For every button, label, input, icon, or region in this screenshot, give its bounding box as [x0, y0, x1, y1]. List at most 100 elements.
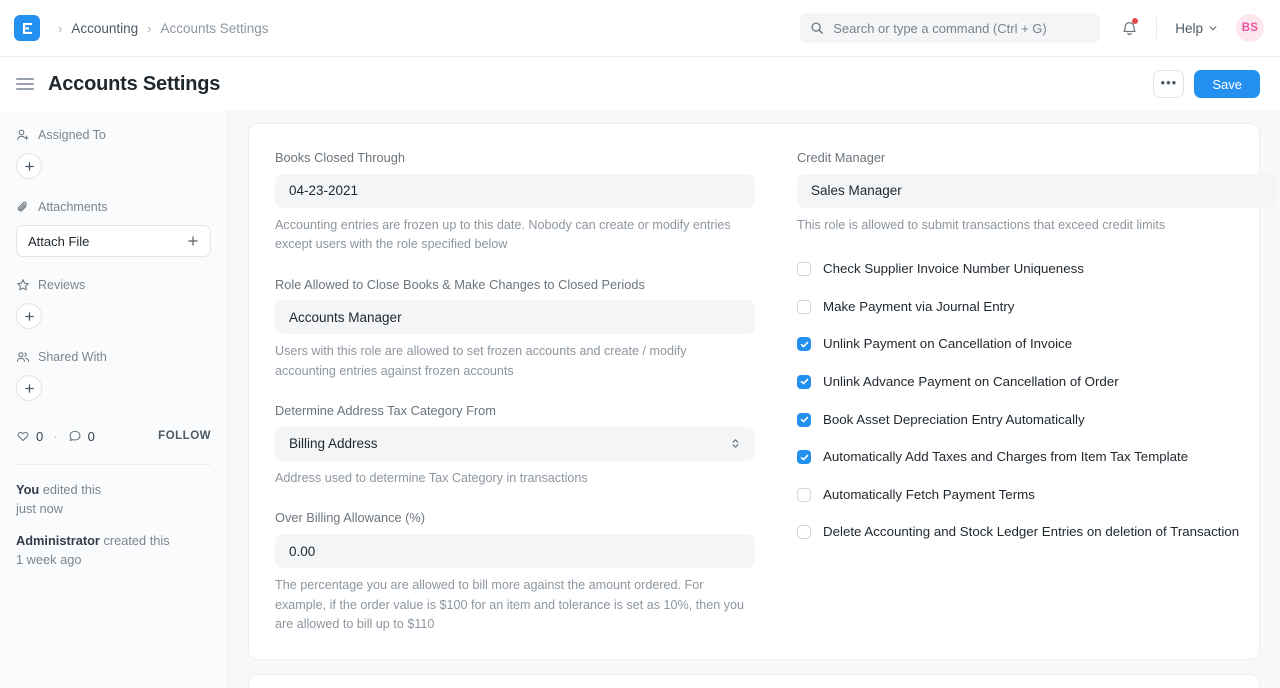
shared-with-icon	[16, 350, 30, 364]
checkbox-row-check-supplier-invoice-uniqueness[interactable]: Check Supplier Invoice Number Uniqueness	[797, 261, 1277, 278]
field-label: Books Closed Through	[275, 150, 405, 165]
avatar[interactable]: BS	[1236, 14, 1264, 42]
hamburger-line	[16, 83, 34, 85]
help-dropdown[interactable]: Help	[1169, 17, 1224, 40]
sidebar-section-header: Shared With	[16, 347, 211, 367]
save-button[interactable]: Save	[1194, 70, 1260, 98]
sidebar-section-assigned-to: Assigned To	[16, 125, 211, 179]
sidebar-section-label: Assigned To	[38, 128, 106, 142]
main-content: Books Closed Through 04-23-2021 Accounti…	[228, 111, 1280, 688]
plus-icon	[187, 235, 199, 247]
more-actions-button[interactable]: •••	[1153, 70, 1185, 98]
field-determine-address-tax-category: Determine Address Tax Category From Bill…	[275, 403, 755, 488]
address-tax-category-select[interactable]: Billing Address	[275, 426, 755, 461]
sidebar-section-header: Attachments	[16, 197, 211, 217]
sidebar-section-label: Attachments	[38, 200, 108, 214]
search-input[interactable]: Search or type a command (Ctrl + G)	[800, 13, 1101, 43]
plus-icon	[24, 311, 34, 321]
comment-icon[interactable]	[68, 429, 82, 443]
checkbox-label: Automatically Fetch Payment Terms	[823, 486, 1035, 502]
add-share-button[interactable]	[16, 375, 42, 401]
checkbox-icon[interactable]	[797, 337, 811, 352]
plus-icon	[24, 161, 34, 171]
checkbox-row-book-asset-depreciation-entry-automatically[interactable]: Book Asset Depreciation Entry Automatica…	[797, 412, 1277, 429]
like-count: 0	[36, 428, 44, 444]
checkbox-icon[interactable]	[797, 525, 811, 540]
over-billing-allowance-input[interactable]: 0.00	[275, 534, 755, 569]
page-header: Accounts Settings ••• Save	[0, 57, 1280, 111]
checkbox-row-make-payment-via-journal-entry[interactable]: Make Payment via Journal Entry	[797, 299, 1277, 316]
checkbox-row-automatically-add-taxes-and-charges[interactable]: Automatically Add Taxes and Charges from…	[797, 449, 1277, 466]
attach-file-button[interactable]: Attach File	[16, 225, 211, 257]
notifications-button[interactable]	[1114, 13, 1144, 43]
plus-icon	[24, 383, 34, 393]
form-column-right: Credit Manager Sales Manager This role i…	[797, 150, 1277, 635]
top-navbar: › Accounting › Accounts Settings Search …	[0, 0, 1280, 57]
comment-count: 0	[87, 428, 95, 444]
checkbox-icon[interactable]	[797, 374, 811, 389]
star-icon	[16, 278, 30, 292]
page-title: Accounts Settings	[48, 72, 221, 95]
breadcrumb-item-accounts-settings[interactable]: Accounts Settings	[160, 21, 268, 36]
menu-toggle-icon[interactable]	[16, 74, 34, 94]
books-closed-through-input[interactable]: 04-23-2021	[275, 173, 755, 208]
sidebar: Assigned To Attachments Attach File Revi…	[0, 111, 228, 688]
breadcrumb-separator-icon: ›	[147, 20, 152, 36]
form-columns: Books Closed Through 04-23-2021 Accounti…	[275, 150, 1277, 635]
role-allowed-input[interactable]: Accounts Manager	[275, 300, 755, 335]
activity-action: edited this	[39, 482, 102, 497]
add-assignment-button[interactable]	[16, 153, 42, 179]
breadcrumb-separator-icon: ›	[58, 20, 63, 36]
field-label: Determine Address Tax Category From	[275, 403, 496, 419]
follow-button[interactable]: FOLLOW	[158, 430, 211, 442]
checkbox-row-unlink-payment-on-cancellation-of-invoice[interactable]: Unlink Payment on Cancellation of Invoic…	[797, 336, 1277, 353]
social-stats: 0 · 0 FOLLOW	[16, 425, 211, 447]
sidebar-divider	[16, 464, 211, 465]
activity-time: just now	[16, 500, 63, 516]
checkbox-icon[interactable]	[797, 299, 811, 314]
deferred-accounting-settings-card: Deferred Accounting Settings	[248, 673, 1260, 688]
field-help-text: This role is allowed to submit transacti…	[797, 217, 1166, 232]
field-books-closed-through: Books Closed Through 04-23-2021 Accounti…	[275, 150, 755, 255]
activity-item-created: Administrator created this 1 week ago	[16, 532, 211, 569]
field-help-text: Users with this role are allowed to set …	[275, 344, 687, 378]
checkbox-icon[interactable]	[797, 412, 811, 427]
checkbox-icon[interactable]	[797, 450, 811, 465]
field-role-allowed-close-books: Role Allowed to Close Books & Make Chang…	[275, 277, 755, 382]
checkbox-label: Delete Accounting and Stock Ledger Entri…	[823, 524, 1240, 540]
chevron-down-icon	[1208, 23, 1218, 33]
checkbox-label: Check Supplier Invoice Number Uniqueness	[823, 261, 1084, 277]
checkbox-label: Automatically Add Taxes and Charges from…	[823, 449, 1189, 465]
breadcrumb: › Accounting › Accounts Settings	[58, 21, 269, 36]
search-icon	[810, 21, 824, 35]
hamburger-line	[16, 78, 34, 80]
checkbox-group: Check Supplier Invoice Number Uniqueness…	[797, 261, 1277, 541]
checkbox-row-automatically-fetch-payment-terms[interactable]: Automatically Fetch Payment Terms	[797, 487, 1277, 504]
checkbox-icon[interactable]	[797, 487, 811, 502]
sidebar-section-shared-with: Shared With	[16, 347, 211, 401]
add-review-button[interactable]	[16, 303, 42, 329]
checkbox-label: Unlink Payment on Cancellation of Invoic…	[823, 336, 1073, 352]
field-label: Over Billing Allowance (%)	[275, 510, 426, 526]
sidebar-section-label: Shared With	[38, 350, 107, 364]
assigned-to-icon	[16, 128, 30, 142]
app-logo-icon[interactable]	[14, 15, 40, 41]
breadcrumb-item-accounting[interactable]: Accounting	[71, 21, 138, 36]
sidebar-section-header: Reviews	[16, 275, 211, 295]
field-help-text: Accounting entries are frozen up to this…	[275, 217, 731, 252]
checkbox-icon[interactable]	[797, 262, 811, 277]
heart-icon[interactable]	[16, 429, 30, 443]
field-credit-manager: Credit Manager Sales Manager This role i…	[797, 150, 1277, 235]
checkbox-label: Book Asset Depreciation Entry Automatica…	[823, 411, 1085, 427]
page-body: Assigned To Attachments Attach File Revi…	[0, 111, 1280, 688]
chevron-up-down-icon	[730, 437, 741, 450]
sidebar-section-attachments: Attachments Attach File	[16, 197, 211, 257]
checkbox-label: Make Payment via Journal Entry	[823, 298, 1015, 314]
activity-actor: You	[16, 482, 40, 497]
attach-file-label: Attach File	[28, 233, 90, 249]
checkbox-label: Unlink Advance Payment on Cancellation o…	[823, 373, 1119, 389]
credit-manager-input[interactable]: Sales Manager	[797, 173, 1277, 208]
accounts-settings-card: Books Closed Through 04-23-2021 Accounti…	[248, 123, 1277, 660]
checkbox-row-unlink-advance-payment-on-cancellation-of-order[interactable]: Unlink Advance Payment on Cancellation o…	[797, 374, 1277, 391]
checkbox-row-delete-accounting-and-stock-ledger-entries[interactable]: Delete Accounting and Stock Ledger Entri…	[797, 524, 1277, 541]
